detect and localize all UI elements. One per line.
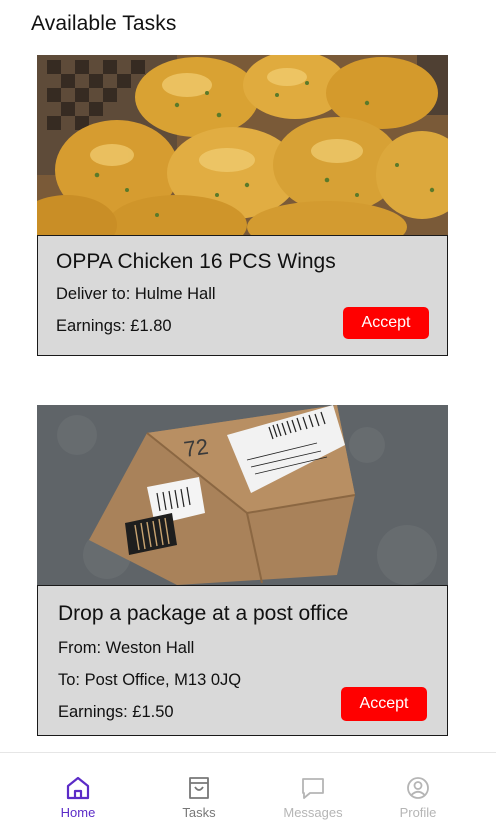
nav-label: Home (60, 805, 96, 820)
accept-button[interactable]: Accept (341, 687, 427, 721)
task-title: Drop a package at a post office (58, 602, 349, 625)
task-origin: From: Weston Hall (58, 639, 195, 657)
nav-label: Messages (283, 805, 343, 820)
task-destination: Deliver to: Hulme Hall (56, 285, 216, 303)
nav-item-tasks[interactable]: Tasks (154, 753, 244, 827)
user-circle-icon (407, 777, 429, 799)
parcel-mark: 72 (182, 434, 210, 462)
nav-item-home[interactable]: Home (33, 753, 123, 827)
shopping-bag-icon (189, 777, 209, 799)
task-card: 72 Drop a package at a post office From:… (37, 405, 448, 736)
nav-label: Profile (399, 805, 437, 820)
nav-item-profile[interactable]: Profile (373, 753, 463, 827)
task-earnings: Earnings: £1.50 (58, 703, 174, 721)
task-title: OPPA Chicken 16 PCS Wings (56, 250, 336, 273)
task-card: OPPA Chicken 16 PCS Wings Deliver to: Hu… (37, 55, 448, 356)
accept-button[interactable]: Accept (343, 307, 429, 339)
task-info-panel: Drop a package at a post office From: We… (37, 585, 448, 736)
task-image-package: 72 (37, 405, 448, 585)
message-icon (302, 778, 324, 799)
home-icon (66, 776, 90, 800)
task-info-panel: OPPA Chicken 16 PCS Wings Deliver to: Hu… (37, 235, 448, 356)
nav-item-messages[interactable]: Messages (268, 753, 358, 827)
task-image-chicken (37, 55, 448, 235)
page-title: Available Tasks (31, 12, 177, 35)
task-earnings: Earnings: £1.80 (56, 317, 172, 335)
task-destination: To: Post Office, M13 0JQ (58, 671, 242, 689)
bottom-nav: Home Tasks Messages Profile (0, 752, 496, 827)
nav-label: Tasks (182, 805, 216, 820)
